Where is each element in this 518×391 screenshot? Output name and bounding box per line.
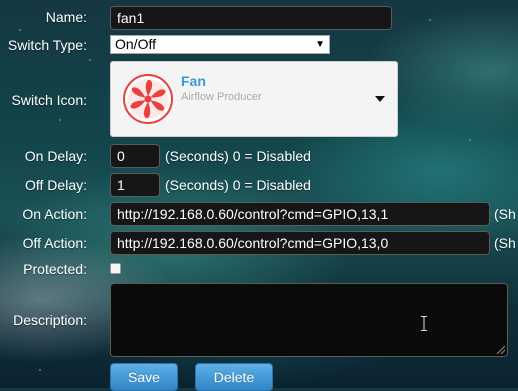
protected-checkbox[interactable] [110, 263, 121, 274]
fan-icon [123, 74, 173, 124]
caret-down-icon [375, 96, 385, 102]
icon-title: Fan [181, 73, 206, 89]
protected-label: Protected: [23, 261, 87, 277]
on-action-hint: (Sh [494, 206, 516, 222]
off-delay-label: Off Delay: [25, 177, 87, 193]
switch-icon-picker[interactable]: Fan Airflow Producer [110, 61, 398, 137]
description-label: Description: [13, 312, 87, 328]
delete-button[interactable]: Delete [195, 363, 273, 391]
on-delay-label: On Delay: [24, 148, 87, 164]
on-delay-hint: (Seconds) 0 = Disabled [165, 148, 311, 164]
on-delay-input[interactable]: 0 [110, 144, 160, 168]
resize-grip-icon[interactable] [497, 346, 505, 354]
switch-type-label: Switch Type: [7, 37, 87, 53]
save-button[interactable]: Save [110, 363, 178, 391]
description-textarea[interactable] [110, 283, 508, 357]
off-action-hint: (Sh [494, 235, 516, 251]
name-label: Name: [45, 9, 87, 25]
switch-type-select[interactable]: On/Off ▼ [110, 35, 330, 54]
off-action-label: Off Action: [22, 235, 87, 251]
switch-icon-label: Switch Icon: [11, 92, 87, 108]
on-action-input[interactable]: http://192.168.0.60/control?cmd=GPIO,13,… [110, 202, 490, 226]
name-input[interactable]: fan1 [110, 6, 392, 30]
chevron-down-icon: ▼ [315, 39, 325, 50]
switch-type-value: On/Off [115, 36, 156, 52]
off-delay-hint: (Seconds) 0 = Disabled [165, 177, 311, 193]
off-action-input[interactable]: http://192.168.0.60/control?cmd=GPIO,13,… [110, 231, 490, 255]
icon-subtitle: Airflow Producer [181, 91, 262, 103]
text-cursor-icon [421, 316, 427, 331]
off-delay-input[interactable]: 1 [110, 173, 160, 197]
on-action-label: On Action: [22, 206, 87, 222]
